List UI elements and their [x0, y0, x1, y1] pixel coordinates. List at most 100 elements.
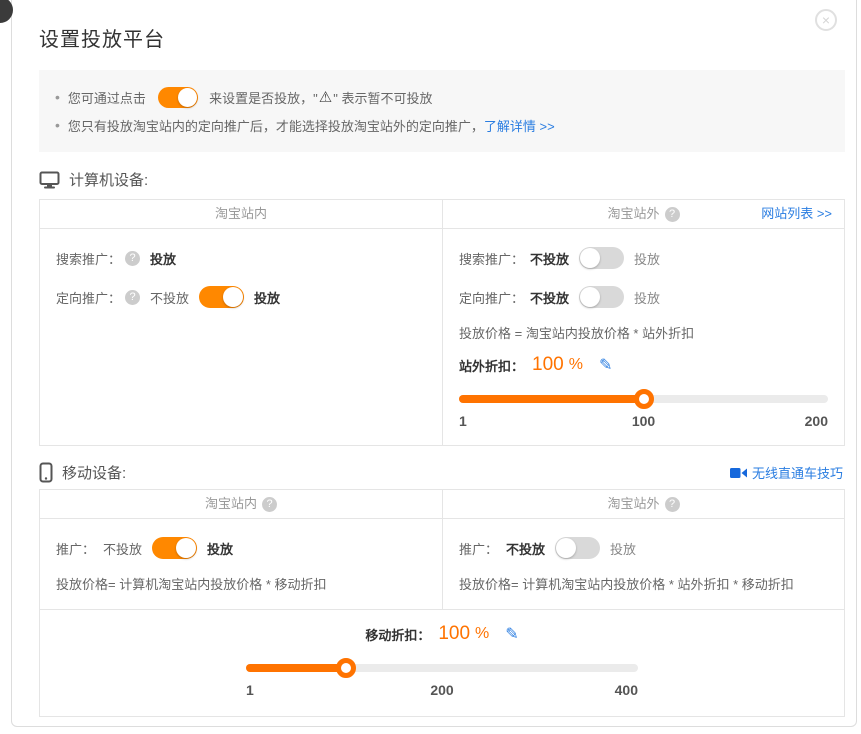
bullet-icon: •: [55, 89, 60, 105]
mobile-onsite-header-label: 淘宝站内: [205, 490, 257, 518]
computer-offsite-column: 淘宝站外 网站列表 >> 搜索推广： 不投放 投放 定向推广： 不投放: [442, 200, 844, 445]
slider-fill: [246, 664, 346, 672]
toggle-knob: [580, 248, 600, 268]
computer-onsite-body: 搜索推广： 投放 定向推广： 不投放 投放: [40, 229, 442, 325]
slider-handle[interactable]: [336, 658, 356, 678]
tick-mid: 100: [632, 413, 655, 429]
computer-offsite-target-toggle[interactable]: [579, 286, 624, 308]
offsite-discount-label: 站外折扣：: [459, 356, 524, 375]
dialog-title: 设置投放平台: [39, 23, 845, 52]
promo-label: 推广：: [459, 539, 498, 558]
computer-onsite-target-row: 定向推广： 不投放 投放: [56, 285, 426, 309]
set-platform-dialog: 设置投放平台 • 您可通过点击 来设置是否投放，" ⚠ " 表示暂不可投放 • …: [11, 0, 857, 727]
toggle-knob: [176, 538, 196, 558]
help-icon[interactable]: [125, 251, 140, 266]
search-promo-label: 搜索推广：: [56, 249, 121, 268]
toggle-knob: [223, 287, 243, 307]
notice-box: • 您可通过点击 来设置是否投放，" ⚠ " 表示暂不可投放 • 您只有投放淘宝…: [39, 70, 845, 152]
notice-2-text: 您只有投放淘宝站内的定向推广后，才能选择投放淘宝站外的定向推广，: [68, 116, 484, 135]
mobile-section-header: 移动设备: 无线直通车技巧: [39, 462, 845, 483]
computer-onsite-header: 淘宝站内: [40, 200, 442, 229]
computer-offsite-search-toggle[interactable]: [579, 247, 624, 269]
search-promo-on-label: 投放: [634, 249, 660, 268]
mobile-onsite-promo-row: 推广： 不投放 投放: [56, 536, 426, 560]
wireless-tips-label: 无线直通车技巧: [752, 463, 843, 482]
notice-1-mid: 来设置是否投放，": [206, 88, 318, 107]
toggle-knob: [556, 538, 576, 558]
mobile-discount-row: 移动折扣： 100 %: [246, 623, 638, 645]
help-icon[interactable]: [262, 497, 277, 512]
computer-offsite-search-row: 搜索推广： 不投放 投放: [459, 246, 828, 270]
mobile-discount-footer: 移动折扣： 100 % 1 200 400: [40, 609, 844, 716]
mobile-offsite-promo-toggle[interactable]: [555, 537, 600, 559]
site-list-link[interactable]: 网站列表 >>: [761, 200, 832, 228]
mobile-onsite-promo-toggle[interactable]: [152, 537, 197, 559]
target-promo-on-label: 投放: [634, 288, 660, 307]
mobile-discount-value: 100: [438, 623, 470, 645]
computer-offsite-body: 搜索推广： 不投放 投放 定向推广： 不投放 投放 投放价格 = 淘宝站内投放价…: [443, 229, 844, 445]
help-icon[interactable]: [665, 497, 680, 512]
example-toggle: [158, 87, 198, 108]
offsite-discount-unit: %: [569, 356, 583, 374]
target-promo-label: 定向推广：: [56, 288, 121, 307]
computer-onsite-target-toggle[interactable]: [199, 286, 244, 308]
offsite-discount-slider[interactable]: [459, 389, 828, 409]
edit-pencil-icon[interactable]: [505, 624, 518, 644]
mobile-offsite-column: 淘宝站外 推广： 不投放 投放 投放价格= 计算机淘宝站内投放价格 * 站外折扣…: [442, 490, 844, 609]
promo-label: 推广：: [56, 539, 95, 558]
mobile-discount-label: 移动折扣：: [365, 625, 430, 644]
promo-on-label: 投放: [207, 539, 233, 558]
computer-offsite-header: 淘宝站外 网站列表 >>: [443, 200, 844, 229]
mobile-onsite-column: 淘宝站内 推广： 不投放 投放 投放价格= 计算机淘宝站内投放价格 * 移动折扣: [40, 490, 442, 609]
computer-platform-table: 淘宝站内 搜索推广： 投放 定向推广： 不投放 投放: [39, 199, 845, 446]
notice-1-post: " 表示暂不可投放: [333, 88, 432, 107]
notice-line-2: • 您只有投放淘宝站内的定向推广后，才能选择投放淘宝站外的定向推广， 了解详情 …: [55, 111, 829, 139]
phone-icon: [39, 462, 53, 483]
help-icon[interactable]: [665, 207, 680, 222]
mobile-onsite-price-formula: 投放价格= 计算机淘宝站内投放价格 * 移动折扣: [56, 574, 426, 593]
promo-on-label: 投放: [610, 539, 636, 558]
tick-max: 400: [615, 682, 638, 698]
search-promo-state: 投放: [150, 249, 176, 268]
video-camera-icon: [730, 467, 747, 479]
tick-min: 1: [246, 682, 254, 698]
slider-fill: [459, 395, 644, 403]
mobile-offsite-header-label: 淘宝站外: [607, 490, 659, 518]
toggle-knob: [178, 88, 197, 107]
offsite-discount-value: 100: [532, 354, 564, 376]
mobile-offsite-body: 推广： 不投放 投放 投放价格= 计算机淘宝站内投放价格 * 站外折扣 * 移动…: [443, 519, 844, 609]
target-promo-on-label: 投放: [254, 288, 280, 307]
computer-onsite-header-label: 淘宝站内: [215, 200, 267, 228]
notice-1-pre: 您可通过点击: [68, 88, 150, 107]
offsite-price-formula: 投放价格 = 淘宝站内投放价格 * 站外折扣: [459, 323, 828, 342]
wireless-tips-link[interactable]: 无线直通车技巧: [730, 463, 843, 482]
edit-pencil-icon[interactable]: [599, 355, 612, 375]
computer-section-label: 计算机设备:: [69, 169, 148, 190]
help-icon[interactable]: [125, 290, 140, 305]
target-promo-off-label: 不投放: [530, 288, 569, 307]
computer-offsite-target-row: 定向推广： 不投放 投放: [459, 285, 828, 309]
monitor-icon: [39, 171, 60, 189]
computer-onsite-search-row: 搜索推广： 投放: [56, 246, 426, 270]
mobile-discount-unit: %: [475, 625, 489, 643]
mobile-onsite-body: 推广： 不投放 投放 投放价格= 计算机淘宝站内投放价格 * 移动折扣: [40, 519, 442, 609]
tick-mid: 200: [430, 682, 453, 698]
warning-triangle-icon: ⚠: [319, 88, 332, 106]
mobile-offsite-header: 淘宝站外: [443, 490, 844, 519]
offsite-slider-ticks: 1 100 200: [459, 413, 828, 429]
slider-handle[interactable]: [634, 389, 654, 409]
toggle-knob: [580, 287, 600, 307]
computer-section-header: 计算机设备:: [39, 169, 845, 190]
mobile-platform-table: 淘宝站内 推广： 不投放 投放 投放价格= 计算机淘宝站内投放价格 * 移动折扣…: [39, 489, 845, 717]
notice-line-1: • 您可通过点击 来设置是否投放，" ⚠ " 表示暂不可投放: [55, 83, 829, 111]
computer-offsite-header-label: 淘宝站外: [607, 200, 659, 228]
tick-min: 1: [459, 413, 467, 429]
mobile-discount-slider[interactable]: [246, 658, 638, 678]
mobile-offsite-price-formula: 投放价格= 计算机淘宝站内投放价格 * 站外折扣 * 移动折扣: [459, 574, 828, 593]
learn-more-link[interactable]: 了解详情 >>: [484, 116, 555, 135]
mobile-slider-ticks: 1 200 400: [246, 682, 638, 698]
close-icon[interactable]: [815, 9, 837, 31]
target-promo-label: 定向推广：: [459, 288, 524, 307]
promo-off-label: 不投放: [506, 539, 545, 558]
mobile-onsite-header: 淘宝站内: [40, 490, 442, 519]
